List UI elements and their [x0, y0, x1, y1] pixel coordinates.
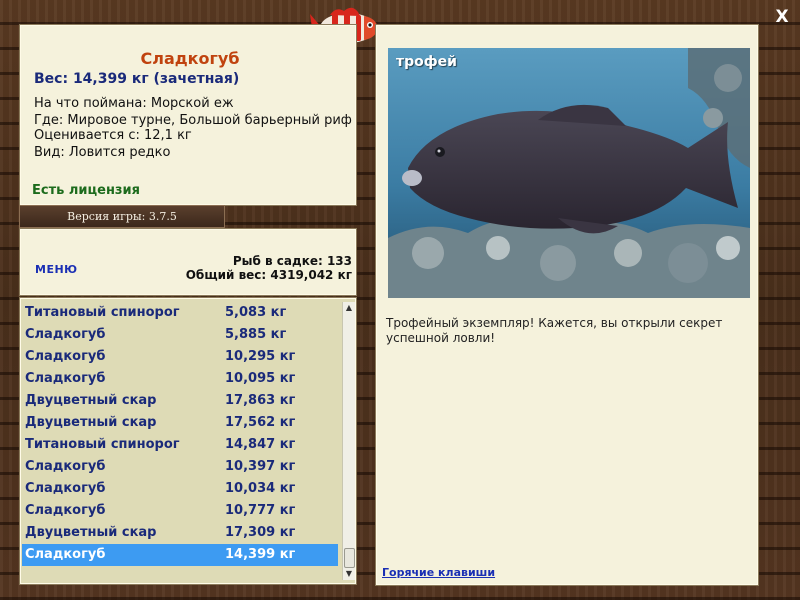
table-row[interactable]: Двуцветный скар 17,863 кг	[22, 390, 338, 412]
row-weight: 10,295 кг	[225, 349, 296, 364]
row-name: Сладкогуб	[25, 349, 106, 364]
row-weight: 17,309 кг	[225, 525, 296, 540]
row-name: Титановый спинорог	[25, 437, 180, 452]
row-weight: 17,863 кг	[225, 393, 296, 408]
catch-rows: Титановый спинорог 5,083 кг Сладкогуб 5,88…	[22, 302, 338, 566]
table-row[interactable]: Сладкогуб 10,295 кг	[22, 346, 338, 368]
close-button[interactable]: X	[771, 6, 793, 28]
row-name: Сладкогуб	[25, 503, 106, 518]
menu-button[interactable]: МЕНЮ	[35, 263, 78, 276]
catch-list[interactable]: Титановый спинорог 5,083 кг Сладкогуб 5,88…	[19, 297, 357, 585]
scroll-down-icon[interactable]: ▼	[343, 568, 355, 580]
location-line: Где: Мировое турне, Большой барьерный ри…	[34, 113, 352, 128]
catch-summary-panel: МЕНЮ Рыб в садке: 133 Общий вес: 4319,04…	[19, 228, 357, 296]
fish-photo-image	[388, 48, 750, 298]
close-icon: X	[775, 7, 789, 27]
row-weight: 14,399 кг	[225, 547, 296, 562]
trophy-panel: трофей Трофейный экземпляр! Кажется, вы …	[375, 24, 759, 586]
row-name: Сладкогуб	[25, 371, 106, 386]
row-weight: 10,397 кг	[225, 459, 296, 474]
row-weight: 10,777 кг	[225, 503, 296, 518]
fish-name: Сладкогуб	[140, 49, 240, 68]
table-row[interactable]: Двуцветный скар 17,309 кг	[22, 522, 338, 544]
table-row[interactable]: Сладкогуб 10,034 кг	[22, 478, 338, 500]
row-name: Сладкогуб	[25, 547, 106, 562]
valuation-line: Оценивается с: 12,1 кг	[34, 128, 192, 143]
row-weight: 14,847 кг	[225, 437, 296, 452]
row-name: Титановый спинорог	[25, 305, 180, 320]
scroll-up-icon[interactable]: ▲	[343, 302, 355, 314]
row-weight: 10,095 кг	[225, 371, 296, 386]
table-row-selected[interactable]: Сладкогуб 14,399 кг	[22, 544, 338, 566]
table-row[interactable]: Сладкогуб 10,095 кг	[22, 368, 338, 390]
fish-photo: трофей	[388, 48, 750, 298]
scroll-thumb[interactable]	[344, 548, 355, 568]
row-weight: 10,034 кг	[225, 481, 296, 496]
row-name: Сладкогуб	[25, 459, 106, 474]
table-row[interactable]: Сладкогуб 5,885 кг	[22, 324, 338, 346]
row-weight: 17,562 кг	[225, 415, 296, 430]
row-name: Сладкогуб	[25, 481, 106, 496]
row-name: Сладкогуб	[25, 327, 106, 342]
license-status: Есть лицензия	[32, 183, 140, 198]
fish-weight: Вес: 14,399 кг (зачетная)	[34, 71, 240, 87]
row-weight: 5,083 кг	[225, 305, 287, 320]
trophy-label: трофей	[396, 54, 457, 70]
game-version: Версия игры: 3.7.5	[19, 205, 225, 228]
row-name: Двуцветный скар	[25, 415, 157, 430]
row-weight: 5,885 кг	[225, 327, 287, 342]
fish-count: Рыб в садке: 133	[232, 254, 352, 268]
total-weight: Общий вес: 4319,042 кг	[185, 268, 352, 282]
row-name: Двуцветный скар	[25, 525, 157, 540]
table-row[interactable]: Сладкогуб 10,777 кг	[22, 500, 338, 522]
list-scrollbar[interactable]: ▲ ▼	[342, 302, 355, 580]
table-row[interactable]: Сладкогуб 10,397 кг	[22, 456, 338, 478]
hotkeys-link[interactable]: Горячие клавиши	[382, 566, 495, 579]
trophy-description: Трофейный экземпляр! Кажется, вы открыли…	[386, 316, 723, 345]
bait-line: На что поймана: Морской еж	[34, 96, 234, 111]
fish-info-panel: Сладкогуб Вес: 14,399 кг (зачетная) На ч…	[19, 24, 357, 206]
table-row[interactable]: Двуцветный скар 17,562 кг	[22, 412, 338, 434]
kind-line: Вид: Ловится редко	[34, 145, 171, 160]
table-row[interactable]: Титановый спинорог 14,847 кг	[22, 434, 338, 456]
table-row[interactable]: Титановый спинорог 5,083 кг	[22, 302, 338, 324]
row-name: Двуцветный скар	[25, 393, 157, 408]
